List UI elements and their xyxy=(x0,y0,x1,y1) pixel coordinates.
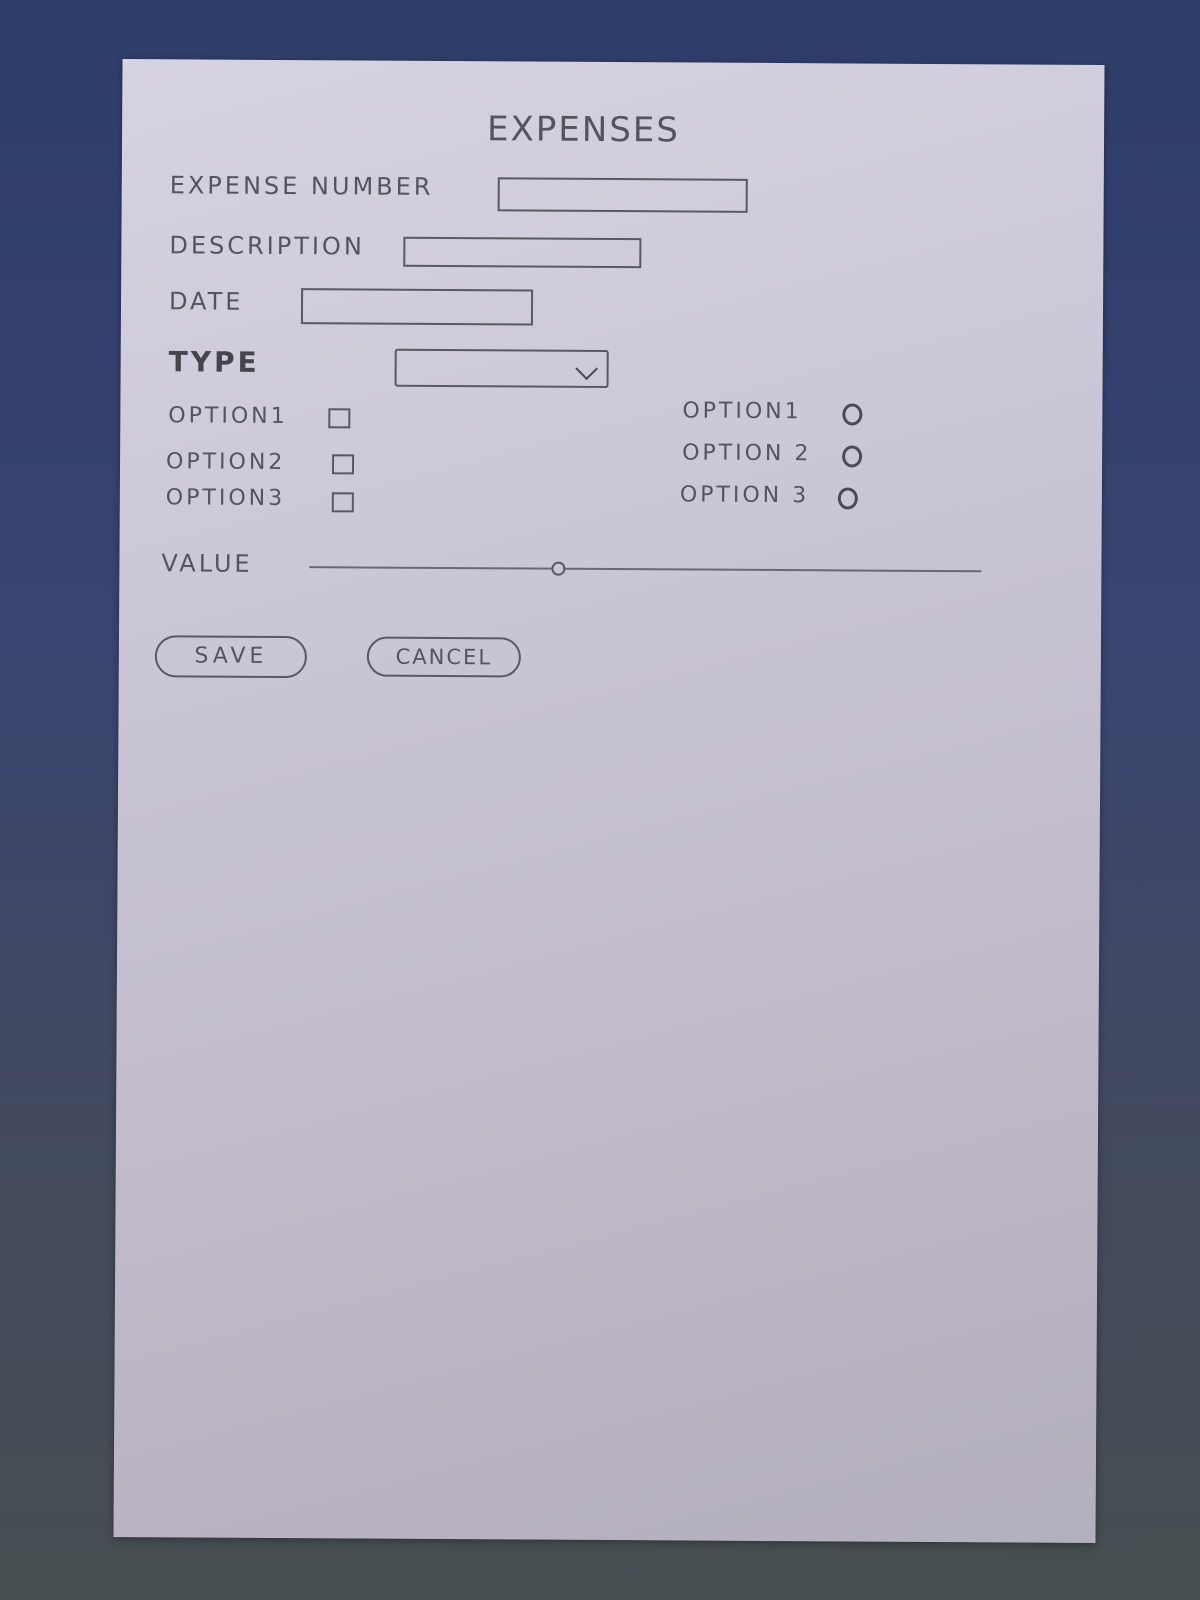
type-select[interactable] xyxy=(394,348,609,388)
description-input[interactable] xyxy=(403,236,642,269)
date-label: DATE xyxy=(168,287,244,316)
expense-number-input[interactable] xyxy=(497,177,748,213)
cancel-button[interactable]: CANCEL xyxy=(366,636,521,678)
radio-option-3[interactable] xyxy=(837,487,858,510)
checkbox-option-3[interactable] xyxy=(331,492,354,513)
radio-option-1-label: OPTION1 xyxy=(682,398,802,425)
checkbox-option-3-label: OPTION3 xyxy=(165,485,286,512)
sketch-paper: EXPENSES EXPENSE NUMBER DESCRIPTION DATE… xyxy=(113,59,1105,1543)
value-label: VALUE xyxy=(161,549,253,578)
date-input[interactable] xyxy=(300,288,534,326)
radio-option-2-label: OPTION 2 xyxy=(682,440,812,467)
save-button[interactable]: SAVE xyxy=(154,635,308,679)
form-title: EXPENSES xyxy=(486,109,681,151)
chevron-down-icon xyxy=(575,357,598,381)
radio-option-2[interactable] xyxy=(842,445,863,468)
checkbox-option-2-label: OPTION2 xyxy=(165,449,286,476)
radio-option-1[interactable] xyxy=(842,403,863,426)
checkbox-option-2[interactable] xyxy=(331,454,355,475)
checkbox-option-1-label: OPTION1 xyxy=(168,403,288,430)
checkbox-option-1[interactable] xyxy=(328,408,351,429)
expense-number-label: EXPENSE NUMBER xyxy=(169,171,434,201)
description-label: DESCRIPTION xyxy=(169,231,365,261)
value-slider-thumb[interactable] xyxy=(551,561,566,576)
type-label: TYPE xyxy=(168,345,260,379)
radio-option-3-label: OPTION 3 xyxy=(679,482,810,509)
value-slider-track[interactable] xyxy=(309,566,982,573)
